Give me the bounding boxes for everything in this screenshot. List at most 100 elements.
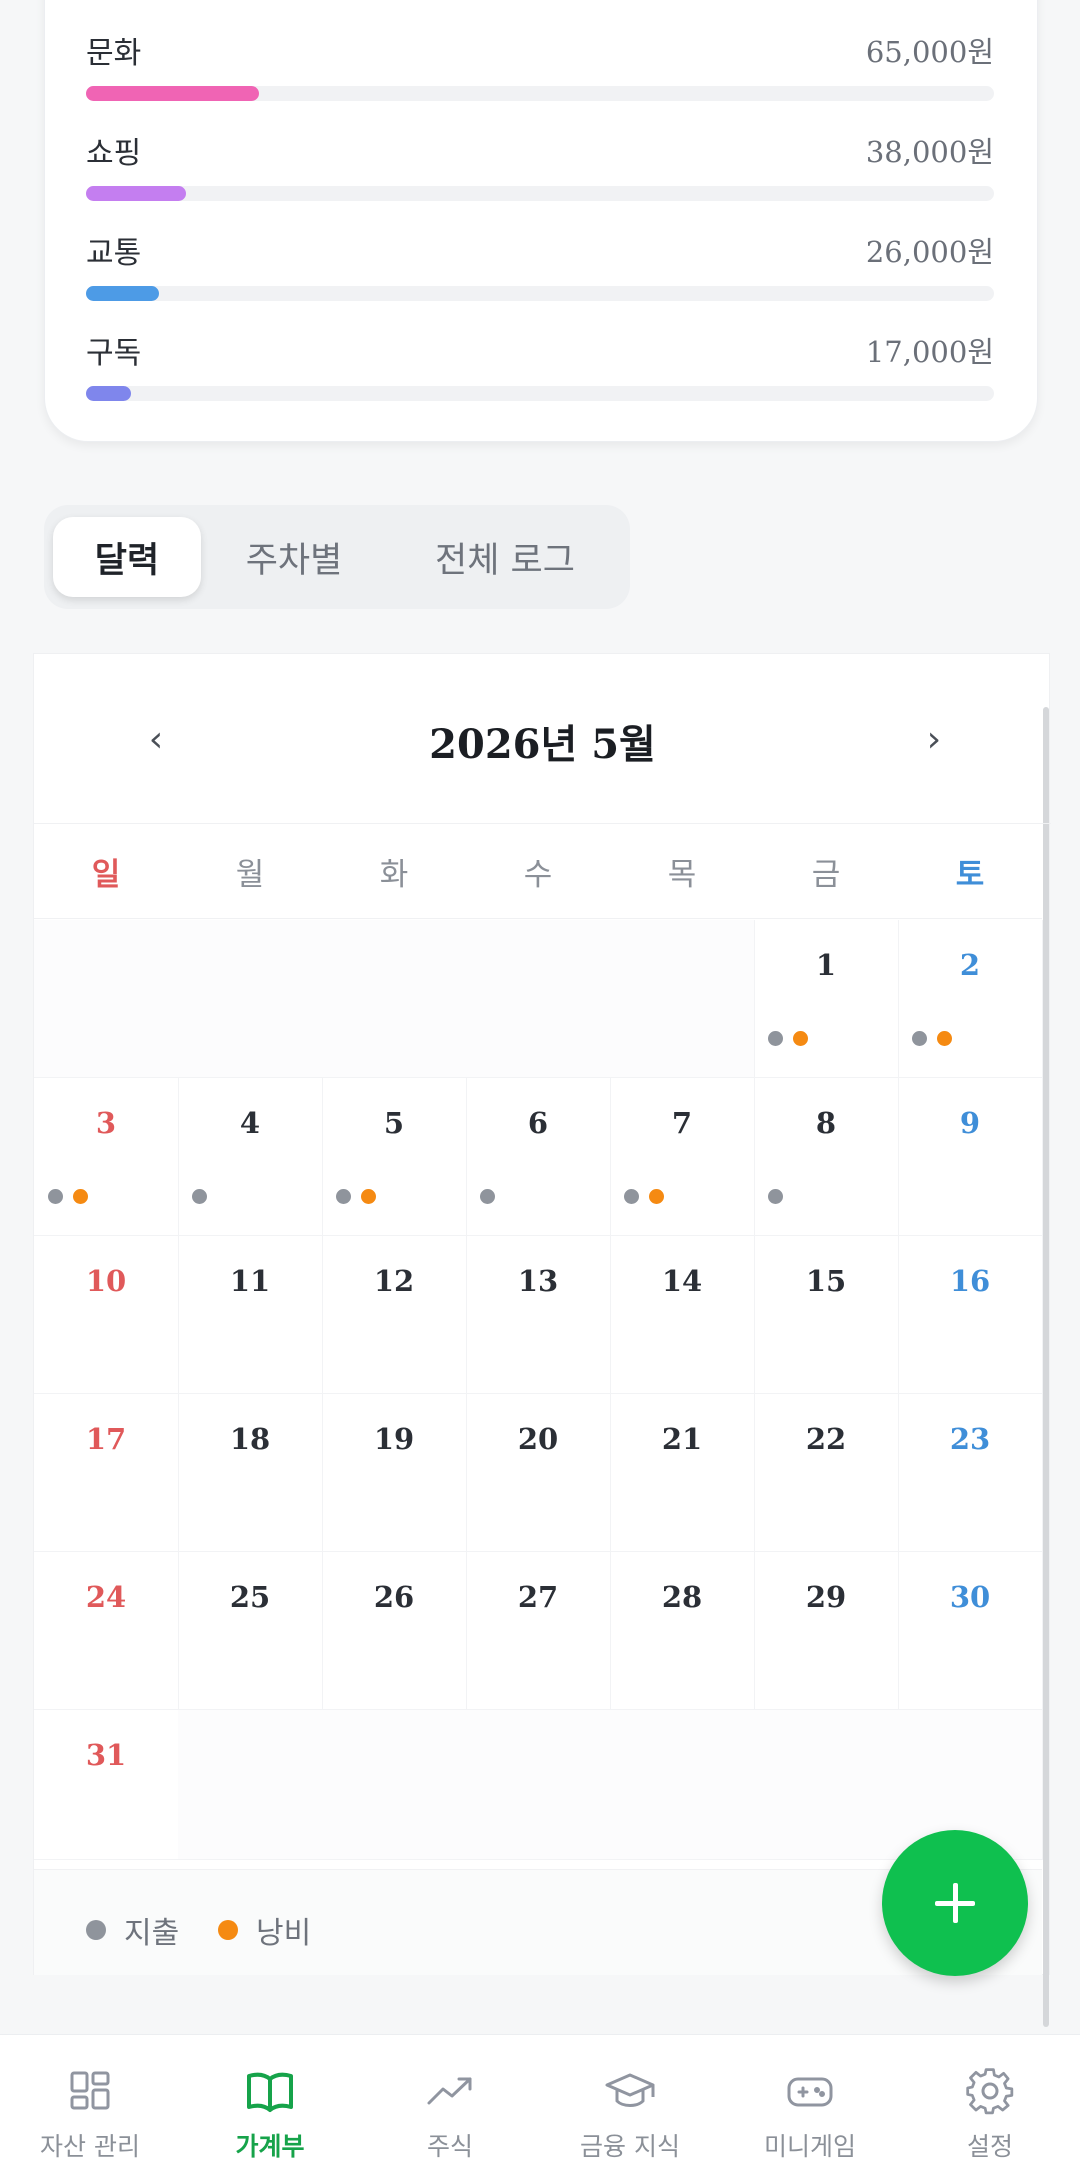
category-head: 쇼핑 38,000원 xyxy=(86,128,994,172)
scrollbar[interactable] xyxy=(1043,707,1049,2027)
nav-item-stock[interactable]: 주식 xyxy=(360,2065,540,2165)
calendar-day-cell[interactable]: 1 xyxy=(754,920,899,1078)
day-number: 18 xyxy=(229,1422,271,1456)
category-amount: 38,000원 xyxy=(865,135,994,169)
day-number: 14 xyxy=(661,1264,703,1298)
category-progress-track xyxy=(86,286,994,301)
day-number: 16 xyxy=(949,1264,991,1298)
spend-dot-icon xyxy=(192,1189,207,1204)
day-number: 19 xyxy=(373,1422,415,1456)
spend-dot-icon xyxy=(480,1189,495,1204)
calendar-day-cell[interactable]: 2 xyxy=(898,920,1043,1078)
spend-dot-icon xyxy=(48,1189,63,1204)
calendar-day-cell[interactable]: 18 xyxy=(178,1394,323,1552)
nav-item-finance-knowledge[interactable]: 금융 지식 xyxy=(540,2065,720,2165)
calendar-day-cell[interactable]: 25 xyxy=(178,1552,323,1710)
nav-item-asset[interactable]: 자산 관리 xyxy=(0,2065,180,2165)
waste-dot-icon xyxy=(649,1189,664,1204)
calendar-day-cell[interactable]: 12 xyxy=(322,1236,467,1394)
legend-spend-label: 지출 xyxy=(124,1916,180,1951)
calendar-day-cell[interactable]: 28 xyxy=(610,1552,755,1710)
tab-calendar[interactable]: 달력 xyxy=(53,517,201,597)
category-amount: 17,000원 xyxy=(865,335,994,369)
waste-dot-icon xyxy=(218,1920,238,1940)
calendar-day-cell[interactable]: 22 xyxy=(754,1394,899,1552)
calendar-day-cell[interactable]: 8 xyxy=(754,1078,899,1236)
weekday-label: 일 xyxy=(91,857,121,893)
calendar-day-cell[interactable]: 20 xyxy=(466,1394,611,1552)
gamepad-icon xyxy=(787,2077,833,2107)
calendar-day-cell[interactable]: 27 xyxy=(466,1552,611,1710)
day-number: 11 xyxy=(229,1264,271,1298)
calendar-day-cell[interactable]: 4 xyxy=(178,1078,323,1236)
day-number: 26 xyxy=(373,1580,415,1614)
tab-all-log[interactable]: 전체 로그 xyxy=(410,517,600,597)
calendar-cell-empty xyxy=(610,1710,755,1860)
calendar-day-cell[interactable]: 15 xyxy=(754,1236,899,1394)
day-indicators xyxy=(466,1189,610,1204)
calendar-day-cell[interactable]: 13 xyxy=(466,1236,611,1394)
day-indicators xyxy=(178,1189,322,1204)
calendar-cell-empty xyxy=(610,920,755,1078)
day-number: 22 xyxy=(805,1422,847,1456)
calendar-day-cell[interactable]: 6 xyxy=(466,1078,611,1236)
next-month-button[interactable]: › xyxy=(904,709,964,769)
category-progress-track xyxy=(86,186,994,201)
waste-dot-icon xyxy=(361,1189,376,1204)
calendar-cell-empty xyxy=(178,920,323,1078)
calendar-day-cell[interactable]: 5 xyxy=(322,1078,467,1236)
spend-dot-icon xyxy=(912,1031,927,1046)
day-number: 28 xyxy=(661,1580,703,1614)
category-amount: 26,000원 xyxy=(865,235,994,269)
calendar-day-cell[interactable]: 16 xyxy=(898,1236,1043,1394)
day-number: 10 xyxy=(85,1264,127,1298)
waste-dot-icon xyxy=(73,1189,88,1204)
day-number: 2 xyxy=(959,948,981,982)
nav-item-household[interactable]: 가계부 xyxy=(180,2065,360,2165)
calendar-day-cell[interactable]: 11 xyxy=(178,1236,323,1394)
add-entry-button[interactable] xyxy=(882,1830,1028,1976)
calendar-day-cell[interactable]: 23 xyxy=(898,1394,1043,1552)
weekday-label: 목 xyxy=(667,857,697,893)
view-tabs: 달력 주차별 전체 로그 xyxy=(44,505,630,609)
calendar-cell-empty xyxy=(178,1710,323,1860)
calendar-day-cell[interactable]: 10 xyxy=(34,1236,179,1394)
category-name: 문화 xyxy=(86,36,142,71)
calendar-day-cell[interactable]: 7 xyxy=(610,1078,755,1236)
calendar-day-cell[interactable]: 14 xyxy=(610,1236,755,1394)
nav-label: 주식 xyxy=(426,2132,473,2161)
calendar-day-cell[interactable]: 24 xyxy=(34,1552,179,1710)
weekday-label: 금 xyxy=(811,857,841,893)
calendar-day-cell[interactable]: 19 xyxy=(322,1394,467,1552)
book-icon xyxy=(247,2072,293,2112)
spend-dot-icon xyxy=(336,1189,351,1204)
category-amount: 65,000원 xyxy=(865,35,994,69)
calendar-day-cell[interactable]: 9 xyxy=(898,1078,1043,1236)
day-indicators xyxy=(322,1189,466,1204)
day-number: 21 xyxy=(661,1422,703,1456)
nav-label: 설정 xyxy=(966,2132,1013,2161)
tab-weekly[interactable]: 주차별 xyxy=(224,517,364,597)
day-indicators xyxy=(898,1031,1042,1046)
spend-dot-icon xyxy=(768,1031,783,1046)
calendar-day-cell[interactable]: 21 xyxy=(610,1394,755,1552)
nav-item-minigame[interactable]: 미니게임 xyxy=(720,2065,900,2165)
calendar-day-cell[interactable]: 3 xyxy=(34,1078,179,1236)
weekday-label: 토 xyxy=(955,857,985,893)
day-number: 13 xyxy=(517,1264,559,1298)
legend-waste: 낭비 xyxy=(218,1908,311,1952)
day-number: 24 xyxy=(85,1580,127,1614)
day-number: 12 xyxy=(373,1264,415,1298)
calendar-day-cell[interactable]: 26 xyxy=(322,1552,467,1710)
calendar-title: 2026년 5월 xyxy=(429,721,656,768)
calendar-day-cell[interactable]: 29 xyxy=(754,1552,899,1710)
legend-waste-label: 낭비 xyxy=(256,1916,312,1951)
calendar-day-cell[interactable]: 30 xyxy=(898,1552,1043,1710)
calendar-day-cell[interactable]: 31 xyxy=(34,1710,179,1860)
day-number: 5 xyxy=(383,1106,405,1140)
spend-dot-icon xyxy=(768,1189,783,1204)
graduation-cap-icon xyxy=(605,2073,655,2107)
calendar-day-cell[interactable]: 17 xyxy=(34,1394,179,1552)
nav-item-settings[interactable]: 설정 xyxy=(900,2065,1080,2165)
calendar-cell-empty xyxy=(322,1710,467,1860)
